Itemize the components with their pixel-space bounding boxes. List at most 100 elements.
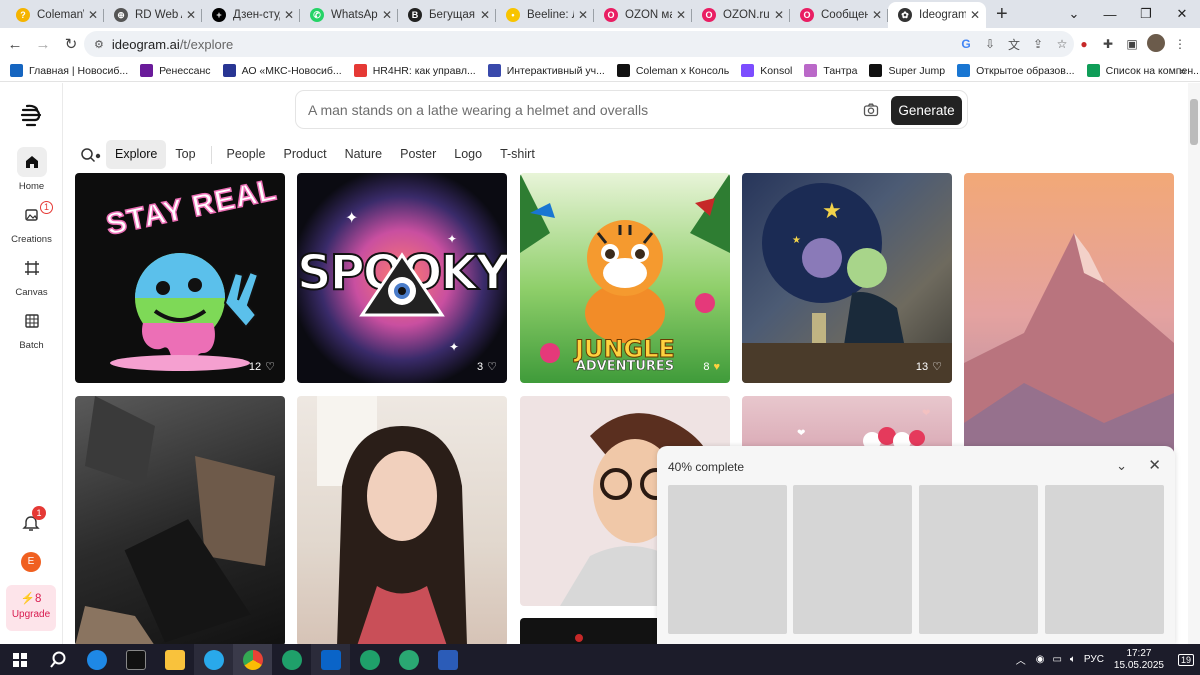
sidebar-item-home[interactable]: Home <box>0 147 63 192</box>
menu-icon[interactable]: ⋮ <box>1168 37 1192 51</box>
upgrade-button[interactable]: ⚡8 Upgrade <box>6 585 56 631</box>
word-icon[interactable] <box>428 644 467 675</box>
start-icon[interactable] <box>2 644 38 675</box>
app-24-second-icon[interactable] <box>350 644 389 675</box>
filter-poster[interactable]: Poster <box>391 140 445 169</box>
browser-tab[interactable]: O OZON.ru - ✕ <box>692 2 790 28</box>
network-icon[interactable]: ◉ <box>1036 654 1045 665</box>
bookmark-item[interactable]: АО «МКС-Новосиб... <box>222 64 342 77</box>
like-button[interactable]: 12 ♡ <box>249 360 275 374</box>
language-indicator[interactable]: РУС <box>1084 654 1104 665</box>
like-button[interactable]: 3 ♡ <box>477 360 497 374</box>
back-icon[interactable]: ← <box>2 36 28 53</box>
chrome-icon[interactable] <box>233 644 272 675</box>
filter-product[interactable]: Product <box>274 140 335 169</box>
tab-close-icon[interactable]: ✕ <box>676 8 686 22</box>
telegram-icon[interactable] <box>194 644 233 675</box>
image-card[interactable]: JUNGLE ADVENTURES 8 ♥ <box>520 173 730 383</box>
tab-close-icon[interactable]: ✕ <box>186 8 196 22</box>
bookmark-item[interactable]: Интерактивный уч... <box>487 64 605 77</box>
forward-icon[interactable]: → <box>30 36 56 53</box>
bookmark-item[interactable]: Главная | Новосиб... <box>10 64 128 77</box>
file-explorer-icon[interactable] <box>155 644 194 675</box>
site-info-icon[interactable]: ⚙ <box>94 38 104 51</box>
share-icon[interactable]: ⇪ <box>1026 37 1050 51</box>
tab-search-icon[interactable]: ⌄ <box>1056 6 1092 22</box>
image-card[interactable]: SPOOKY ✦✦✦ 3♡ <box>297 173 507 383</box>
app-24-third-icon[interactable] <box>389 644 428 675</box>
bookmark-item[interactable]: Тантра <box>804 64 857 77</box>
bookmark-item[interactable]: Открытое образов... <box>957 64 1075 77</box>
browser-tab[interactable]: • Beeline: Ли ✕ <box>496 2 594 28</box>
extension-icon[interactable]: ● <box>1072 37 1096 51</box>
browser-tab[interactable]: + Дзен-студи ✕ <box>202 2 300 28</box>
display-icon[interactable]: ▭ <box>1052 654 1061 665</box>
bookmark-item[interactable]: HR4HR: как управл... <box>353 64 476 77</box>
sidebar-item-creations[interactable]: Creations 1 <box>0 200 63 245</box>
image-card[interactable]: STAY REAL 12 ♡ <box>75 173 285 383</box>
like-button[interactable]: 8 ♥ <box>703 361 720 373</box>
tab-close-icon[interactable]: ✕ <box>480 8 490 22</box>
image-card[interactable] <box>297 396 507 644</box>
like-button[interactable]: 13 ♡ <box>916 360 942 374</box>
restore-icon[interactable]: ❐ <box>1128 6 1164 22</box>
scrollbar-thumb[interactable] <box>1190 99 1198 145</box>
filter-tshirt[interactable]: T-shirt <box>491 140 544 169</box>
filter-top[interactable]: Top <box>166 140 204 169</box>
bookmarks-more-icon[interactable]: » <box>1179 64 1186 78</box>
app-24-icon[interactable] <box>272 644 311 675</box>
tray-chevron-icon[interactable]: ︿ <box>1016 652 1026 667</box>
outlook-icon[interactable] <box>311 644 350 675</box>
sidebar-item-canvas[interactable]: Canvas <box>0 253 63 298</box>
filter-logo[interactable]: Logo <box>445 140 491 169</box>
side-panel-icon[interactable]: ▣ <box>1120 37 1144 51</box>
browser-tab[interactable]: ✿ Ideogram ✕ <box>888 2 986 28</box>
extensions-puzzle-icon[interactable]: ✚ <box>1096 37 1120 51</box>
edge-icon[interactable] <box>77 644 116 675</box>
browser-tab[interactable]: ? ColemanW ✕ <box>6 2 104 28</box>
browser-tab[interactable]: B Бегущая ст ✕ <box>398 2 496 28</box>
tab-close-icon[interactable]: ✕ <box>382 8 392 22</box>
url-field[interactable]: ⚙ ideogram.ai/t/explore G ⇩ 文 ⇪ ☆ <box>84 31 1074 57</box>
user-avatar[interactable]: E <box>21 552 41 572</box>
terminal-icon[interactable] <box>116 644 155 675</box>
browser-tab[interactable]: ⊕ RD Web Ac ✕ <box>104 2 202 28</box>
search-icon[interactable] <box>80 147 102 163</box>
tab-close-icon[interactable]: ✕ <box>284 8 294 22</box>
reload-icon[interactable]: ↻ <box>58 35 84 53</box>
tab-close-icon[interactable]: ✕ <box>88 8 98 22</box>
close-window-icon[interactable]: ✕ <box>1164 6 1200 22</box>
browser-tab[interactable]: O OZON мар ✕ <box>594 2 692 28</box>
browser-tab[interactable]: O Сообщени ✕ <box>790 2 888 28</box>
tab-close-icon[interactable]: ✕ <box>578 8 588 22</box>
bookmark-item[interactable]: Coleman x Консоль <box>616 64 729 77</box>
bookmark-item[interactable]: Ренессанс <box>140 64 211 77</box>
image-card[interactable]: ★★★ 13♡ <box>742 173 952 383</box>
generate-button[interactable]: Generate <box>891 96 962 125</box>
minimize-icon[interactable]: — <box>1092 7 1128 22</box>
new-tab-button[interactable]: + <box>996 2 1008 28</box>
browser-tab[interactable]: ✆ WhatsApp ✕ <box>300 2 398 28</box>
collapse-chevron-icon[interactable]: ⌄ <box>1116 458 1127 474</box>
install-icon[interactable]: ⇩ <box>978 37 1002 51</box>
bookmark-item[interactable]: Super Jump <box>869 64 945 77</box>
sidebar-item-batch[interactable]: Batch <box>0 306 63 351</box>
ideogram-logo[interactable] <box>19 103 45 129</box>
filter-people[interactable]: People <box>218 140 275 169</box>
filter-nature[interactable]: Nature <box>336 140 392 169</box>
camera-icon[interactable] <box>863 102 879 118</box>
close-icon[interactable]: ✕ <box>1148 456 1161 474</box>
search-taskbar-icon[interactable] <box>38 644 77 675</box>
translate-icon[interactable]: 文 <box>1002 36 1026 53</box>
image-card[interactable] <box>75 396 285 644</box>
tab-close-icon[interactable]: ✕ <box>872 8 882 22</box>
clock[interactable]: 17:27 15.05.2025 <box>1114 648 1164 672</box>
filter-explore[interactable]: Explore <box>106 140 167 169</box>
tab-close-icon[interactable]: ✕ <box>774 8 784 22</box>
google-icon[interactable]: G <box>954 37 978 51</box>
bookmark-star-icon[interactable]: ☆ <box>1050 37 1074 51</box>
prompt-input[interactable]: A man stands on a lathe wearing a helmet… <box>295 90 968 129</box>
tab-close-icon[interactable]: ✕ <box>970 8 980 22</box>
bookmark-item[interactable]: Konsol <box>741 64 792 77</box>
volume-icon[interactable]: 🔈︎ <box>1070 654 1076 665</box>
